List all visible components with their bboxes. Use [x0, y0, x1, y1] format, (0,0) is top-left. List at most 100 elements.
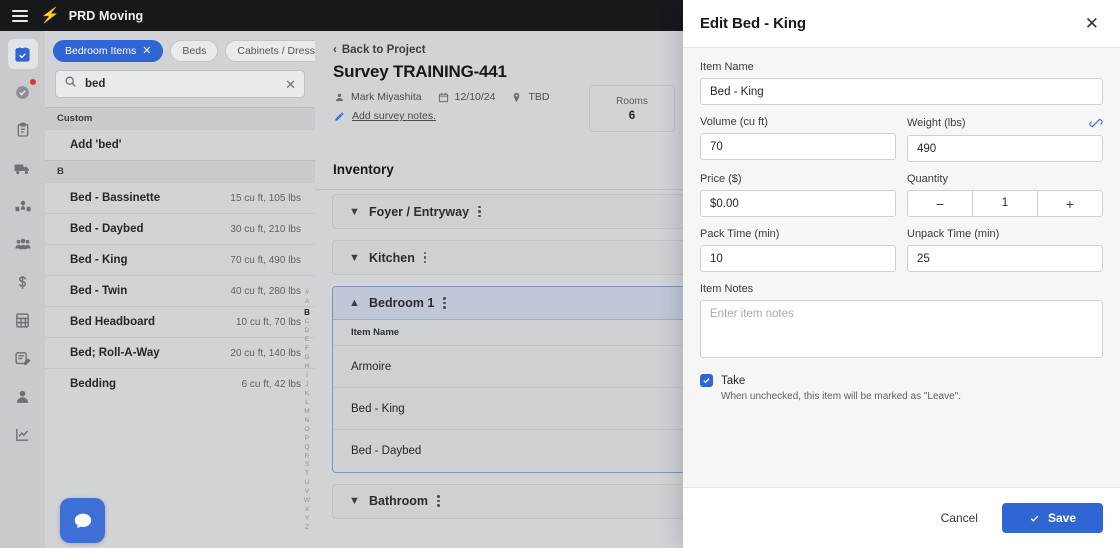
take-checkbox-row: Take — [700, 374, 1103, 387]
check-icon — [703, 378, 710, 384]
close-icon[interactable]: ✕ — [142, 45, 151, 57]
az-index-letter[interactable]: N — [305, 417, 310, 426]
az-index-letter[interactable]: V — [305, 488, 309, 497]
az-index-letter[interactable]: F — [305, 345, 309, 354]
rail-item-calendar-check[interactable] — [7, 39, 38, 69]
price-input[interactable] — [700, 190, 896, 217]
calendar-icon — [438, 92, 448, 102]
az-index-letter[interactable]: S — [305, 461, 309, 470]
more-options-icon[interactable] — [478, 205, 481, 218]
field-weight: Weight (lbs) — [907, 116, 1103, 162]
az-index-letter[interactable]: Y — [305, 515, 309, 524]
close-icon[interactable]: ✕ — [1081, 13, 1103, 34]
weight-input[interactable] — [907, 135, 1103, 162]
item-catalog-panel: Bedroom Items ✕ Beds Cabinets / Dressers… — [45, 31, 315, 548]
clear-search-icon[interactable]: ✕ — [285, 78, 296, 91]
list-item[interactable]: Bed - Daybed 30 cu ft, 210 lbs — [45, 213, 315, 244]
list-item[interactable]: Bed Headboard 10 cu ft, 70 lbs — [45, 306, 315, 337]
az-index-letter[interactable]: H — [305, 363, 310, 372]
az-index-letter[interactable]: A — [305, 298, 309, 307]
field-item-notes: Item Notes — [700, 283, 1103, 363]
chat-bubble-icon — [74, 513, 91, 528]
rail-item-clipboard[interactable] — [8, 115, 38, 145]
az-index-letter[interactable]: U — [305, 479, 310, 488]
list-item-meta: 30 cu ft, 210 lbs — [230, 223, 301, 235]
rooms-stat-value: 6 — [628, 109, 636, 122]
take-checkbox[interactable] — [700, 374, 713, 387]
list-item[interactable]: Bed - Twin 40 cu ft, 280 lbs — [45, 275, 315, 306]
list-item[interactable]: Bedding 6 cu ft, 42 lbs — [45, 368, 315, 399]
pin-icon — [514, 92, 520, 102]
az-index-letter[interactable]: M — [304, 408, 309, 417]
notification-badge — [29, 79, 36, 85]
chip-beds[interactable]: Beds — [170, 40, 219, 62]
quantity-stepper[interactable]: − 1 + — [907, 190, 1103, 217]
team-location-icon — [15, 200, 30, 212]
list-item[interactable]: Bed - King 70 cu ft, 490 lbs — [45, 244, 315, 275]
az-index-letter[interactable]: P — [305, 435, 309, 444]
decrement-button[interactable]: − — [908, 191, 972, 216]
more-options-icon[interactable] — [423, 251, 427, 264]
az-index-letter[interactable]: G — [304, 354, 309, 363]
az-index-letter[interactable]: T — [305, 470, 309, 479]
cancel-button[interactable]: Cancel — [935, 503, 984, 533]
az-index-letter[interactable]: I — [306, 372, 308, 381]
chip-bedroom-items[interactable]: Bedroom Items ✕ — [53, 40, 164, 62]
az-index-letter[interactable]: Q — [304, 444, 309, 453]
list-item-add-custom[interactable]: Add 'bed' — [45, 129, 315, 160]
az-index-letter[interactable]: K — [305, 390, 309, 399]
item-name-input[interactable] — [700, 78, 1103, 105]
rail-item-pricing[interactable] — [8, 267, 38, 297]
az-index-letter[interactable]: Z — [305, 524, 309, 533]
list-item[interactable]: Bed - Bassinette 15 cu ft, 105 lbs — [45, 182, 315, 213]
az-index-letter[interactable]: # — [305, 289, 309, 298]
az-index-letter[interactable]: R — [305, 453, 310, 462]
hamburger-icon[interactable] — [12, 9, 28, 22]
rail-item-calculator[interactable] — [8, 305, 38, 335]
rail-item-reports[interactable] — [8, 419, 38, 449]
unlink-icon[interactable] — [1089, 116, 1103, 130]
pack-time-input[interactable] — [700, 245, 896, 272]
az-index-letter[interactable]: D — [305, 327, 310, 336]
room-name: Bathroom — [369, 494, 429, 508]
rail-item-tasks[interactable] — [8, 77, 38, 107]
az-index-letter[interactable]: J — [305, 381, 308, 390]
row-pack-unpack: Pack Time (min) Unpack Time (min) — [700, 228, 1103, 283]
chevron-left-icon: ‹ — [333, 44, 337, 56]
chip-cabinets-dressers[interactable]: Cabinets / Dressers — [225, 40, 315, 62]
az-index-letter[interactable]: B — [304, 307, 310, 318]
az-index-letter[interactable]: E — [305, 336, 309, 345]
rail-item-dispatch[interactable] — [8, 191, 38, 221]
more-options-icon[interactable] — [443, 297, 446, 309]
search-input[interactable] — [85, 78, 278, 90]
list-item-label: Bed Headboard — [70, 316, 155, 328]
increment-button[interactable]: + — [1038, 191, 1102, 216]
az-index-letter[interactable]: L — [305, 399, 309, 408]
chat-support-button[interactable] — [60, 498, 105, 543]
item-notes-textarea[interactable] — [700, 300, 1103, 358]
az-index-letter[interactable]: O — [304, 426, 309, 435]
rail-item-trucks[interactable] — [8, 153, 38, 183]
az-index-letter[interactable]: W — [304, 497, 310, 506]
category-filter-chips: Bedroom Items ✕ Beds Cabinets / Dressers… — [45, 31, 315, 70]
icon-rail — [0, 31, 45, 548]
room-name: Foyer / Entryway — [369, 204, 470, 219]
volume-input[interactable] — [700, 133, 896, 160]
row-volume-weight: Volume (cu ft) Weight (lbs) — [700, 116, 1103, 173]
item-name-label: Item Name — [700, 61, 754, 73]
take-help-text: When unchecked, this item will be marked… — [721, 391, 961, 402]
rail-item-profile[interactable] — [8, 381, 38, 411]
list-item-meta: 15 cu ft, 105 lbs — [230, 192, 301, 204]
save-button[interactable]: Save — [1001, 503, 1103, 533]
rail-item-invoices[interactable] — [8, 343, 38, 373]
az-index-letter[interactable]: X — [305, 506, 309, 515]
more-options-icon[interactable] — [437, 495, 440, 507]
rail-item-crew[interactable] — [8, 229, 38, 259]
alphabet-index[interactable]: # A B C D E F G H I J K L M N O P Q R S T U V W X Y Z — [299, 289, 315, 533]
add-survey-notes-link[interactable]: Add survey notes. — [352, 110, 436, 122]
az-index-letter[interactable]: C — [305, 318, 310, 327]
search-box[interactable]: ✕ — [55, 70, 305, 98]
brand[interactable]: ⚡ PRD Moving — [40, 7, 143, 24]
list-item[interactable]: Bed; Roll-A-Way 20 cu ft, 140 lbs — [45, 337, 315, 368]
unpack-time-input[interactable] — [907, 245, 1103, 272]
